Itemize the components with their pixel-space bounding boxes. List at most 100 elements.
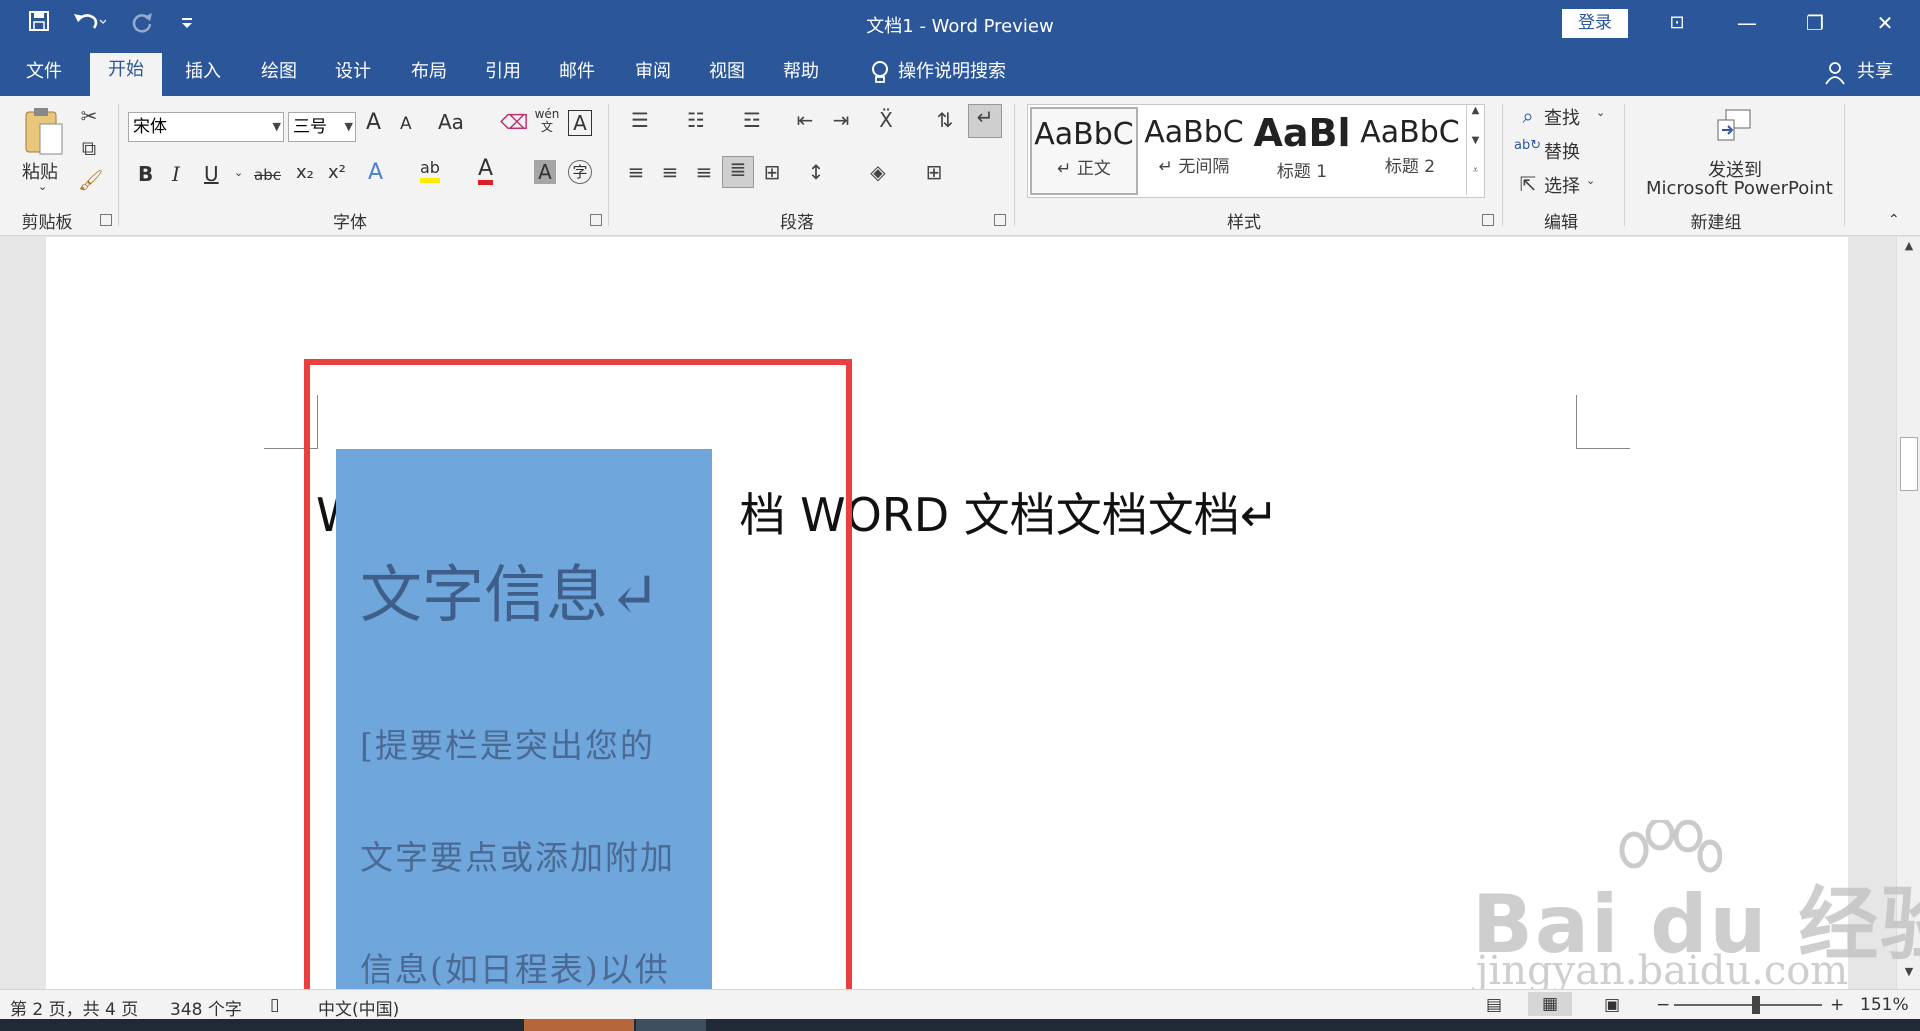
superscript-button[interactable]: x² — [328, 162, 346, 183]
scroll-thumb[interactable] — [1900, 437, 1918, 491]
tab-file[interactable]: 文件 — [14, 57, 74, 96]
lightbulb-icon[interactable] — [860, 57, 900, 96]
zoom-slider-thumb[interactable] — [1752, 996, 1760, 1014]
show-formatting-marks-icon[interactable]: ↵ — [968, 104, 1002, 138]
style-normal[interactable]: AaBbC ↵ 正文 — [1030, 107, 1138, 195]
line-spacing-icon[interactable]: ↕ — [796, 160, 836, 184]
close-icon[interactable]: ✕ — [1862, 6, 1908, 40]
paragraph-launcher-icon[interactable] — [994, 214, 1006, 226]
decrease-indent-icon[interactable]: ⇤ — [790, 108, 820, 132]
find-icon[interactable]: ⌕ — [1516, 104, 1540, 128]
numbering-icon[interactable]: ☷ — [676, 108, 716, 132]
powerpoint-icon[interactable] — [1712, 106, 1756, 150]
zoom-level[interactable]: 151% — [1860, 995, 1909, 1015]
login-button[interactable]: 登录 — [1562, 9, 1628, 38]
select-dropdown-icon[interactable]: ⌄ — [1586, 174, 1595, 187]
zoom-in-button[interactable]: + — [1830, 995, 1844, 1015]
text-effects-button[interactable]: A — [368, 160, 383, 185]
scroll-up-icon[interactable]: ▲ — [1899, 239, 1919, 252]
send-to-ppt-label-2[interactable]: Microsoft PowerPoint — [1646, 178, 1833, 199]
paste-dropdown-icon[interactable]: ⌄ — [38, 180, 47, 193]
word-count-status[interactable]: 348 个字 — [170, 995, 242, 1020]
web-layout-icon[interactable]: ▣ — [1604, 995, 1620, 1015]
copy-icon[interactable]: ⧉ — [78, 136, 100, 160]
collapse-ribbon-icon[interactable]: ⌃ — [1888, 212, 1900, 228]
character-shading-button[interactable]: A — [534, 160, 556, 184]
taskbar-item[interactable] — [636, 1019, 706, 1031]
phonetic-guide-icon[interactable]: wén 文 — [534, 108, 560, 134]
tab-mailings[interactable]: 邮件 — [544, 57, 610, 96]
ribbon-display-options-icon[interactable]: ⊡ — [1654, 6, 1700, 40]
format-painter-icon[interactable]: 🖌 — [78, 168, 103, 192]
minimize-icon[interactable]: — — [1724, 6, 1770, 40]
strikethrough-button[interactable]: abc — [254, 166, 281, 184]
enclose-characters-button[interactable]: 字 — [568, 160, 592, 184]
bullets-icon[interactable]: ☰ — [620, 108, 660, 132]
sort-icon[interactable]: ⇅ — [930, 108, 960, 132]
read-mode-icon[interactable]: ▤ — [1486, 995, 1502, 1015]
cut-icon[interactable]: ✂ — [78, 104, 100, 128]
tab-references[interactable]: 引用 — [470, 57, 536, 96]
share-button[interactable]: 共享 — [1850, 57, 1900, 96]
style-heading-2[interactable]: AaBbC 标题 2 — [1356, 107, 1464, 195]
chinese-layout-icon[interactable]: Ẍ — [866, 108, 906, 132]
increase-indent-icon[interactable]: ⇥ — [826, 108, 856, 132]
align-left-icon[interactable]: ≡ — [622, 160, 650, 184]
italic-button[interactable]: I — [172, 162, 180, 186]
styles-scroll-up-icon[interactable]: ▲ — [1466, 105, 1484, 135]
font-color-button[interactable]: A — [478, 158, 494, 185]
paste-icon[interactable] — [18, 104, 68, 164]
zoom-slider-track[interactable] — [1674, 1004, 1822, 1006]
font-name-combo[interactable]: 宋体 ▼ — [128, 112, 284, 142]
clipboard-launcher-icon[interactable] — [100, 214, 112, 226]
taskbar-item[interactable] — [524, 1019, 634, 1031]
font-size-combo[interactable]: 三号 ▼ — [288, 112, 356, 142]
replace-icon[interactable]: ab↻ — [1514, 138, 1541, 153]
tab-help[interactable]: 帮助 — [768, 57, 834, 96]
tab-view[interactable]: 视图 — [694, 57, 760, 96]
find-button[interactable]: 查找 — [1544, 104, 1580, 130]
shading-icon[interactable]: ◈ — [858, 160, 898, 184]
page-count-status[interactable]: 第 2 页，共 4 页 — [10, 995, 138, 1020]
restore-icon[interactable]: ❐ — [1792, 6, 1838, 40]
print-layout-icon[interactable]: ▦ — [1528, 992, 1572, 1016]
tab-draw[interactable]: 绘图 — [246, 57, 312, 96]
style-no-spacing[interactable]: AaBbC ↵ 无间隔 — [1140, 107, 1248, 195]
replace-button[interactable]: 替换 — [1544, 138, 1580, 164]
align-center-icon[interactable]: ≡ — [656, 160, 684, 184]
borders-icon[interactable]: ⊞ — [914, 160, 954, 184]
clear-formatting-icon[interactable]: ⌫ — [500, 110, 528, 134]
proofing-icon[interactable]: ▯ — [270, 995, 279, 1015]
font-launcher-icon[interactable] — [590, 214, 602, 226]
select-button[interactable]: 选择 — [1544, 172, 1580, 198]
language-status[interactable]: 中文(中国) — [318, 995, 399, 1020]
zoom-out-button[interactable]: − — [1656, 995, 1670, 1015]
distributed-icon[interactable]: ⊞ — [758, 160, 786, 184]
styles-scroll-down-icon[interactable]: ▼ — [1466, 135, 1484, 165]
style-heading-1[interactable]: AaBl 标题 1 — [1248, 107, 1356, 195]
tab-design[interactable]: 设计 — [320, 57, 386, 96]
shrink-font-icon[interactable]: A — [400, 114, 412, 134]
tab-layout[interactable]: 布局 — [396, 57, 462, 96]
justify-icon[interactable]: ≣ — [722, 156, 754, 188]
tab-review[interactable]: 审阅 — [620, 57, 686, 96]
tab-home[interactable]: 开始 — [90, 53, 162, 96]
tell-me-search[interactable]: 操作说明搜索 — [898, 57, 1048, 96]
styles-launcher-icon[interactable] — [1482, 214, 1494, 226]
share-person-icon[interactable] — [1818, 57, 1852, 96]
underline-button[interactable]: U — [204, 162, 219, 186]
tab-insert[interactable]: 插入 — [170, 57, 236, 96]
subscript-button[interactable]: x₂ — [296, 162, 314, 183]
grow-font-icon[interactable]: A — [366, 110, 381, 135]
character-border-icon[interactable]: A — [568, 110, 592, 136]
change-case-button[interactable]: Aa — [438, 110, 464, 134]
bold-button[interactable]: B — [138, 162, 153, 186]
multilevel-list-icon[interactable]: ☲ — [732, 108, 772, 132]
styles-more-icon[interactable]: ⩡ — [1466, 165, 1484, 195]
style-name: 标题 2 — [1384, 157, 1436, 177]
align-right-icon[interactable]: ≡ — [690, 160, 718, 184]
find-dropdown-icon[interactable]: ⌄ — [1596, 106, 1605, 119]
highlight-button[interactable]: ab — [420, 158, 440, 183]
select-cursor-icon[interactable]: ⇱ — [1516, 172, 1540, 196]
underline-dropdown-icon[interactable]: ⌄ — [234, 166, 243, 179]
